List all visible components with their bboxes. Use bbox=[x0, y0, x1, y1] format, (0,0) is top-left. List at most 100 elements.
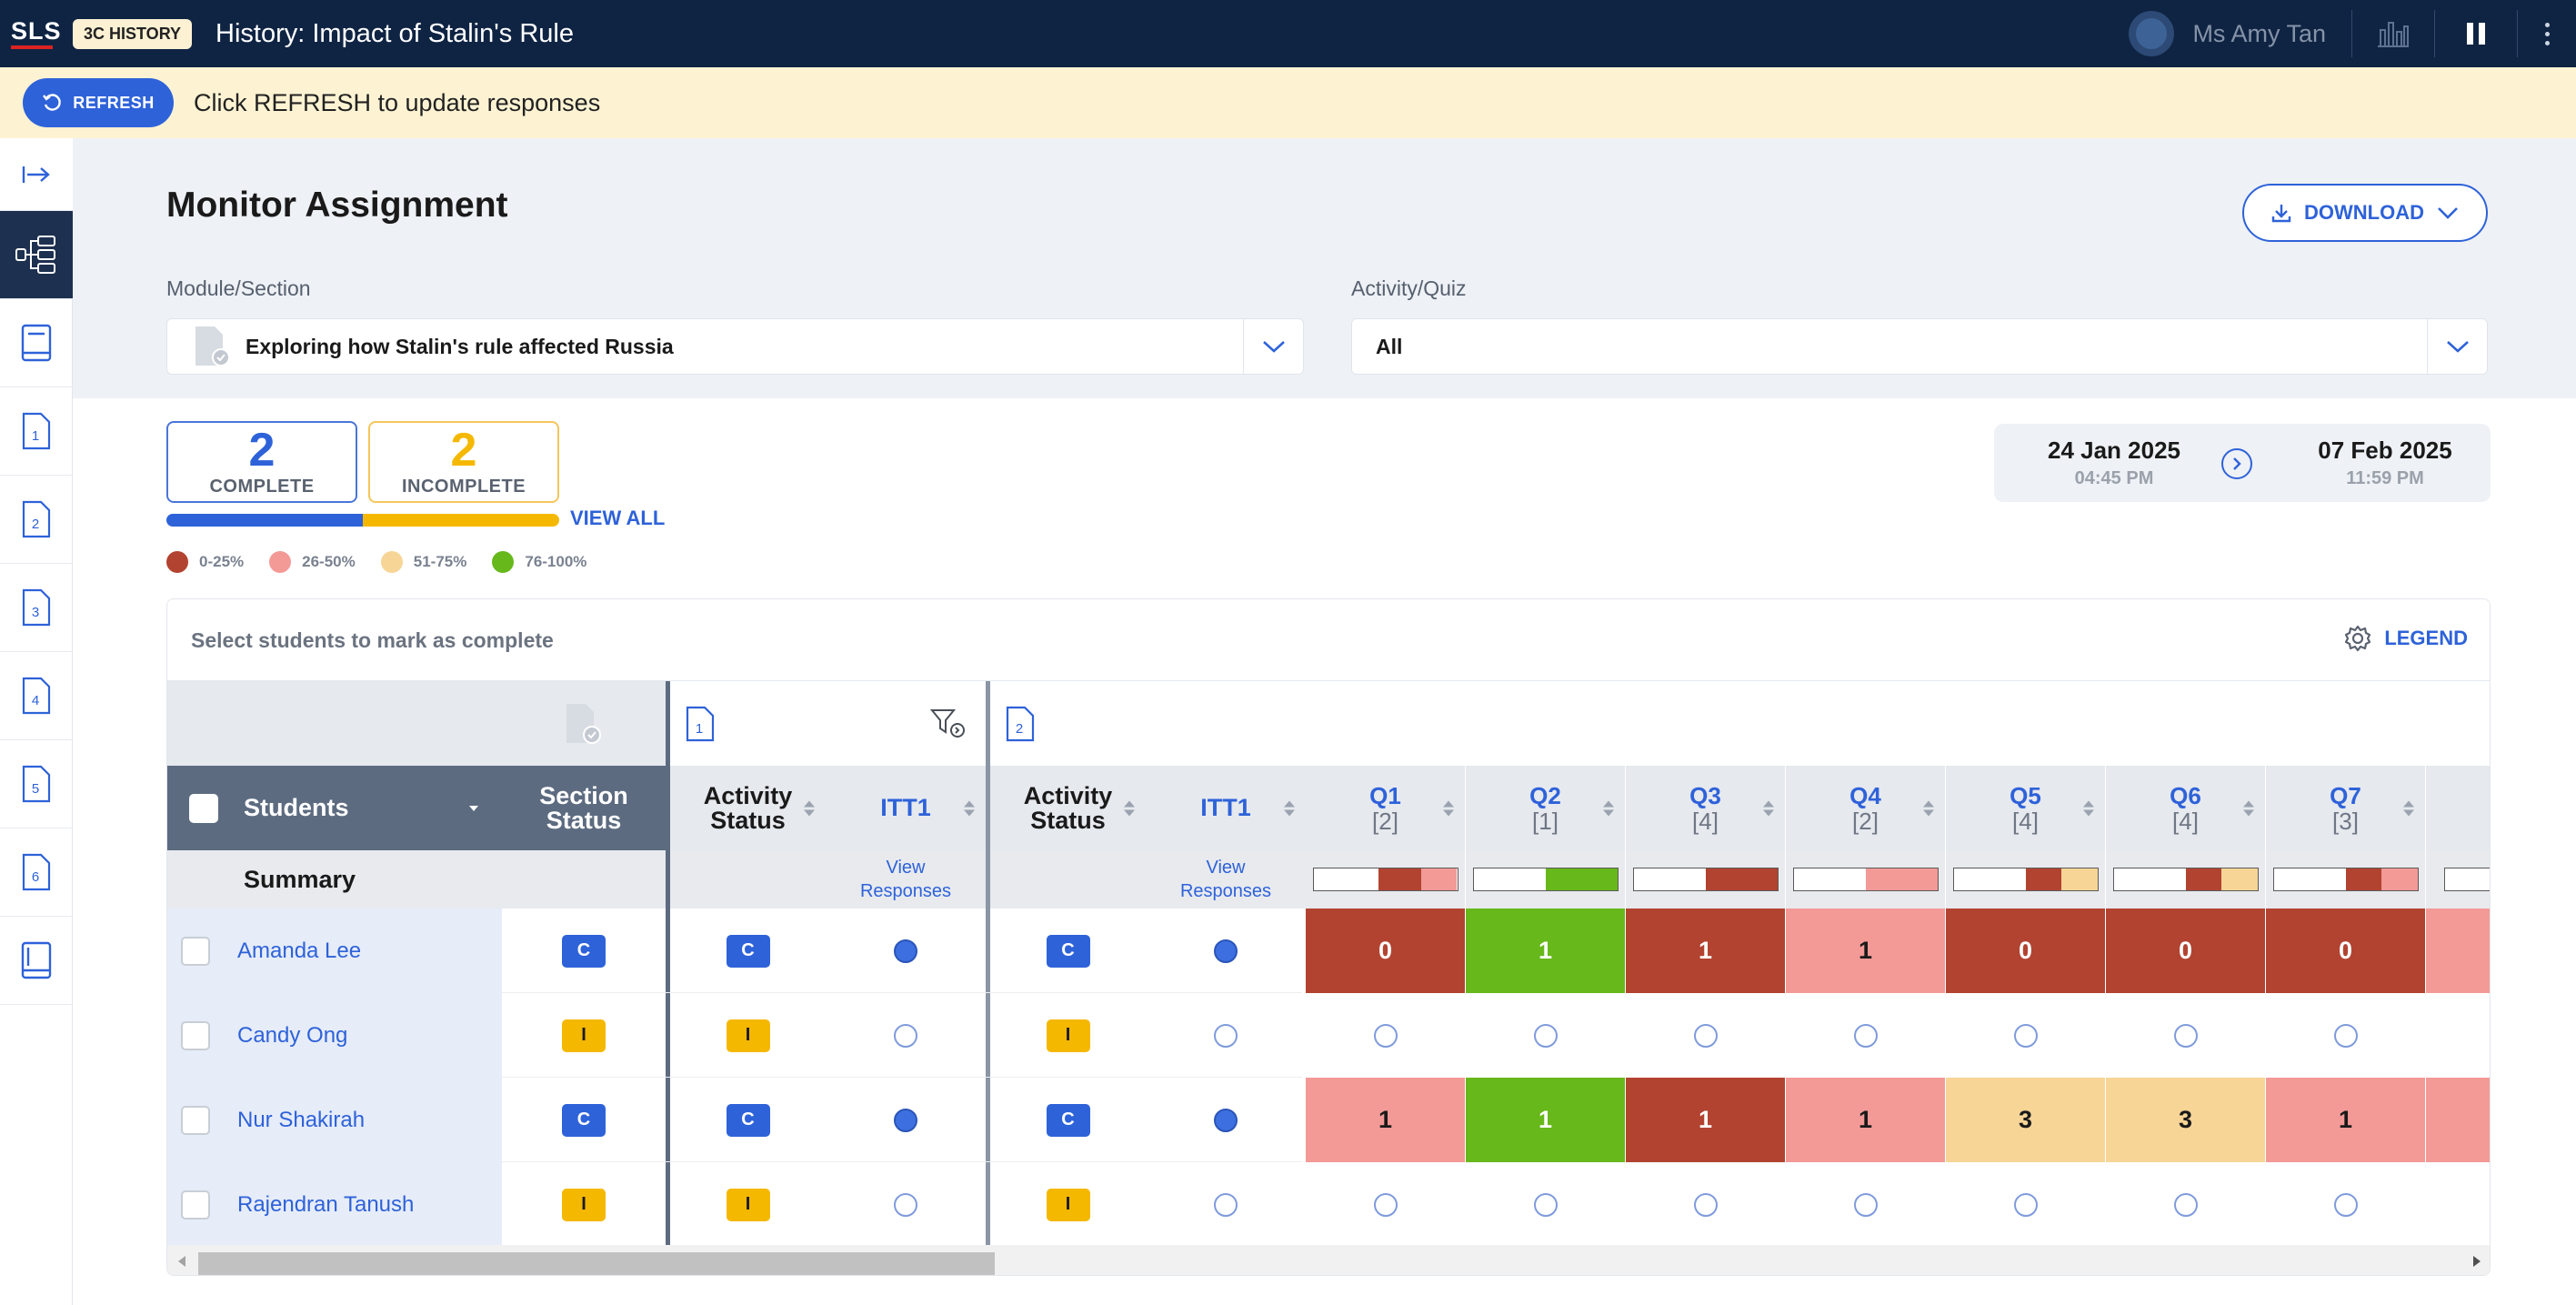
user-name[interactable]: Ms Amy Tan bbox=[2192, 20, 2326, 48]
rail-item-section-tree[interactable] bbox=[0, 211, 73, 299]
more-menu-icon[interactable] bbox=[2518, 0, 2576, 67]
activity-1-itt-cell[interactable] bbox=[826, 1078, 986, 1162]
student-checkbox[interactable] bbox=[181, 936, 210, 966]
legend-button[interactable]: LEGEND bbox=[2344, 625, 2468, 652]
question-score-cell[interactable] bbox=[1626, 993, 1785, 1078]
section-status-cell[interactable]: I bbox=[502, 993, 666, 1078]
question-score-cell[interactable] bbox=[1786, 993, 1945, 1078]
question-score-cell[interactable] bbox=[1306, 993, 1465, 1078]
activity-2-status-cell[interactable]: C bbox=[990, 908, 1146, 993]
question-score-cell[interactable] bbox=[2266, 993, 2425, 1078]
question-score-cell[interactable] bbox=[1786, 1162, 1945, 1245]
activity-2-itt-cell[interactable] bbox=[1146, 993, 1306, 1078]
question-score-cell[interactable]: 1 bbox=[1786, 908, 1945, 993]
module-section-select[interactable]: Exploring how Stalin's rule affected Rus… bbox=[166, 318, 1304, 375]
view-responses-link-1[interactable]: View Responses bbox=[826, 850, 986, 908]
sls-logo[interactable]: SLS bbox=[11, 13, 61, 55]
student-name-link[interactable]: Nur Shakirah bbox=[237, 1108, 365, 1133]
activity-2-itt-cell[interactable] bbox=[1146, 908, 1306, 993]
user-avatar[interactable] bbox=[2129, 11, 2175, 56]
horizontal-scrollbar[interactable] bbox=[167, 1245, 2490, 1275]
activity-1-itt-cell[interactable] bbox=[826, 1162, 986, 1245]
activity-1-status-cell[interactable]: C bbox=[670, 908, 826, 993]
select-all-checkbox[interactable] bbox=[189, 793, 218, 823]
view-responses-link-2[interactable]: View Responses bbox=[1146, 850, 1306, 908]
rail-item-book[interactable] bbox=[0, 299, 73, 387]
student-name-link[interactable]: Candy Ong bbox=[237, 1023, 347, 1049]
question-score-cell-partial[interactable] bbox=[2426, 908, 2490, 993]
question-score-cell[interactable] bbox=[1626, 1162, 1785, 1245]
activity-1-itt-header[interactable]: ITT1 bbox=[826, 766, 986, 850]
question-score-cell[interactable] bbox=[1466, 1162, 1625, 1245]
section-status-cell[interactable]: I bbox=[502, 1162, 666, 1245]
activity-1-itt-cell[interactable] bbox=[826, 908, 986, 993]
question-score-cell[interactable]: 0 bbox=[1306, 908, 1465, 993]
question-score-cell[interactable]: 1 bbox=[2266, 1078, 2425, 1162]
student-checkbox[interactable] bbox=[181, 1105, 210, 1135]
question-header-partial[interactable] bbox=[2426, 766, 2490, 850]
question-score-cell[interactable]: 0 bbox=[1946, 908, 2105, 993]
section-status-cell[interactable]: C bbox=[502, 1078, 666, 1162]
activity-1-icon[interactable]: 1 bbox=[685, 705, 716, 743]
expand-sidebar-button[interactable] bbox=[0, 138, 73, 211]
question-header-q6[interactable]: Q6 [4] bbox=[2106, 766, 2265, 850]
question-score-cell[interactable]: 1 bbox=[1786, 1078, 1945, 1162]
pause-icon[interactable] bbox=[2435, 0, 2517, 67]
student-checkbox[interactable] bbox=[181, 1020, 210, 1050]
question-score-cell[interactable]: 3 bbox=[1946, 1078, 2105, 1162]
question-header-q2[interactable]: Q2 [1] bbox=[1466, 766, 1625, 850]
view-all-link[interactable]: VIEW ALL bbox=[570, 507, 665, 530]
rail-item-activity-5[interactable]: 5 bbox=[0, 740, 73, 828]
activity-2-itt-cell[interactable] bbox=[1146, 1162, 1306, 1245]
activity-1-itt-cell[interactable] bbox=[826, 993, 986, 1078]
question-header-q1[interactable]: Q1 [2] bbox=[1306, 766, 1465, 850]
question-score-cell[interactable] bbox=[2266, 1162, 2425, 1245]
activity-2-status-cell[interactable]: I bbox=[990, 1162, 1146, 1245]
question-score-cell[interactable] bbox=[2106, 1162, 2265, 1245]
activity-2-itt-cell[interactable] bbox=[1146, 1078, 1306, 1162]
rail-item-notes[interactable] bbox=[0, 917, 73, 1005]
question-score-cell-partial[interactable] bbox=[2426, 1078, 2490, 1162]
activity-1-status-cell[interactable]: I bbox=[670, 1162, 826, 1245]
question-header-q4[interactable]: Q4 [2] bbox=[1786, 766, 1945, 850]
activity-1-status-header[interactable]: Activity Status bbox=[670, 766, 826, 850]
rail-item-activity-3[interactable]: 3 bbox=[0, 564, 73, 652]
rail-item-activity-4[interactable]: 4 bbox=[0, 652, 73, 740]
activity-2-itt-header[interactable]: ITT1 bbox=[1146, 766, 1306, 850]
question-score-cell[interactable]: 0 bbox=[2106, 908, 2265, 993]
activity-1-status-cell[interactable]: C bbox=[670, 1078, 826, 1162]
question-header-q3[interactable]: Q3 [4] bbox=[1626, 766, 1785, 850]
rail-item-activity-6[interactable]: 6 bbox=[0, 828, 73, 917]
question-score-cell-partial[interactable] bbox=[2426, 993, 2490, 1078]
scroll-left-icon[interactable] bbox=[176, 1255, 187, 1268]
rail-item-activity-1[interactable]: 1 bbox=[0, 387, 73, 476]
question-score-cell[interactable] bbox=[1466, 993, 1625, 1078]
question-score-cell[interactable] bbox=[1946, 1162, 2105, 1245]
rail-item-activity-2[interactable]: 2 bbox=[0, 476, 73, 564]
download-button[interactable]: DOWNLOAD bbox=[2242, 184, 2488, 242]
question-score-cell[interactable] bbox=[1306, 1162, 1465, 1245]
activity-1-status-cell[interactable]: I bbox=[670, 993, 826, 1078]
activity-quiz-select[interactable]: All bbox=[1351, 318, 2488, 375]
question-header-q5[interactable]: Q5 [4] bbox=[1946, 766, 2105, 850]
question-score-cell[interactable]: 1 bbox=[1466, 1078, 1625, 1162]
question-score-cell-partial[interactable] bbox=[2426, 1162, 2490, 1245]
section-status-cell[interactable]: C bbox=[502, 908, 666, 993]
students-column-header[interactable]: Students bbox=[167, 766, 502, 850]
student-checkbox[interactable] bbox=[181, 1190, 210, 1220]
question-score-cell[interactable]: 1 bbox=[1466, 908, 1625, 993]
question-score-cell[interactable]: 0 bbox=[2266, 908, 2425, 993]
question-score-cell[interactable] bbox=[2106, 993, 2265, 1078]
activity-2-status-cell[interactable]: I bbox=[990, 993, 1146, 1078]
activity-2-icon[interactable]: 2 bbox=[1005, 705, 1036, 743]
question-score-cell[interactable]: 1 bbox=[1626, 1078, 1785, 1162]
question-score-cell[interactable]: 3 bbox=[2106, 1078, 2265, 1162]
student-name-link[interactable]: Amanda Lee bbox=[237, 939, 361, 964]
scrollbar-thumb[interactable] bbox=[198, 1252, 995, 1275]
question-score-cell[interactable]: 1 bbox=[1306, 1078, 1465, 1162]
refresh-button[interactable]: REFRESH bbox=[23, 78, 174, 127]
complete-stat[interactable]: 2 COMPLETE bbox=[166, 421, 357, 503]
chart-icon[interactable] bbox=[2352, 0, 2434, 67]
scroll-right-icon[interactable] bbox=[2471, 1255, 2482, 1268]
question-score-cell[interactable]: 1 bbox=[1626, 908, 1785, 993]
